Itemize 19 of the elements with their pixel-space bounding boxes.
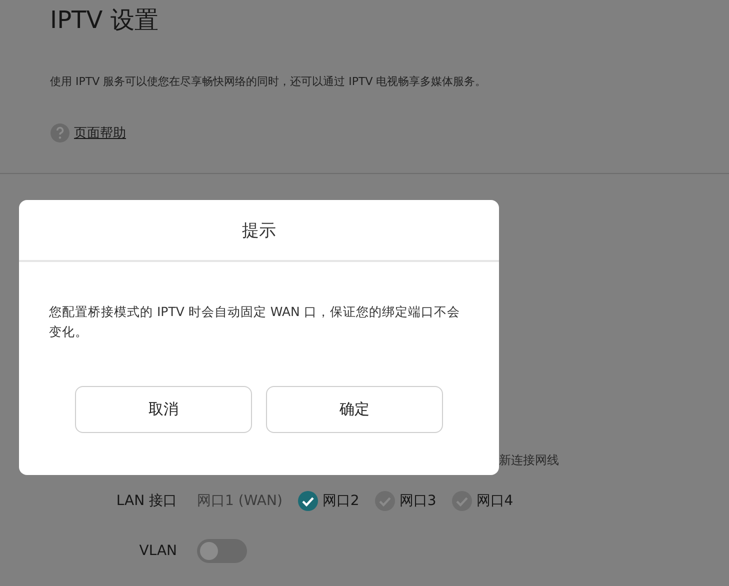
help-icon xyxy=(50,123,70,143)
port-label: 网口4 xyxy=(476,492,514,510)
cancel-button[interactable]: 取消 xyxy=(75,386,252,433)
note-text: 新连接网线 xyxy=(499,452,560,469)
dialog-message: 您配置桥接模式的 IPTV 时会自动固定 WAN 口，保证您的绑定端口不会变化。 xyxy=(49,303,461,341)
confirm-button[interactable]: 确定 xyxy=(266,386,443,433)
vlan-label: VLAN xyxy=(138,543,178,559)
port-label: 网口1 (WAN) xyxy=(197,492,282,510)
checkbox-icon[interactable] xyxy=(452,491,472,511)
checkbox-icon[interactable] xyxy=(375,491,396,511)
page-title: IPTV 设置 xyxy=(50,5,160,36)
page-description: 使用 IPTV 服务可以使您在尽享畅快网络的同时，还可以通过 IPTV 电视畅享多媒体服务。 xyxy=(50,74,488,89)
vlan-toggle[interactable] xyxy=(197,539,247,563)
port-label: 网口2 xyxy=(322,492,360,510)
dialog-title: 提示 xyxy=(19,200,499,262)
port-label: 网口3 xyxy=(399,492,436,510)
lan-label: LAN 接口 xyxy=(115,492,178,510)
checkbox-icon[interactable] xyxy=(298,491,318,511)
help-link[interactable]: 页面帮助 xyxy=(74,124,126,142)
